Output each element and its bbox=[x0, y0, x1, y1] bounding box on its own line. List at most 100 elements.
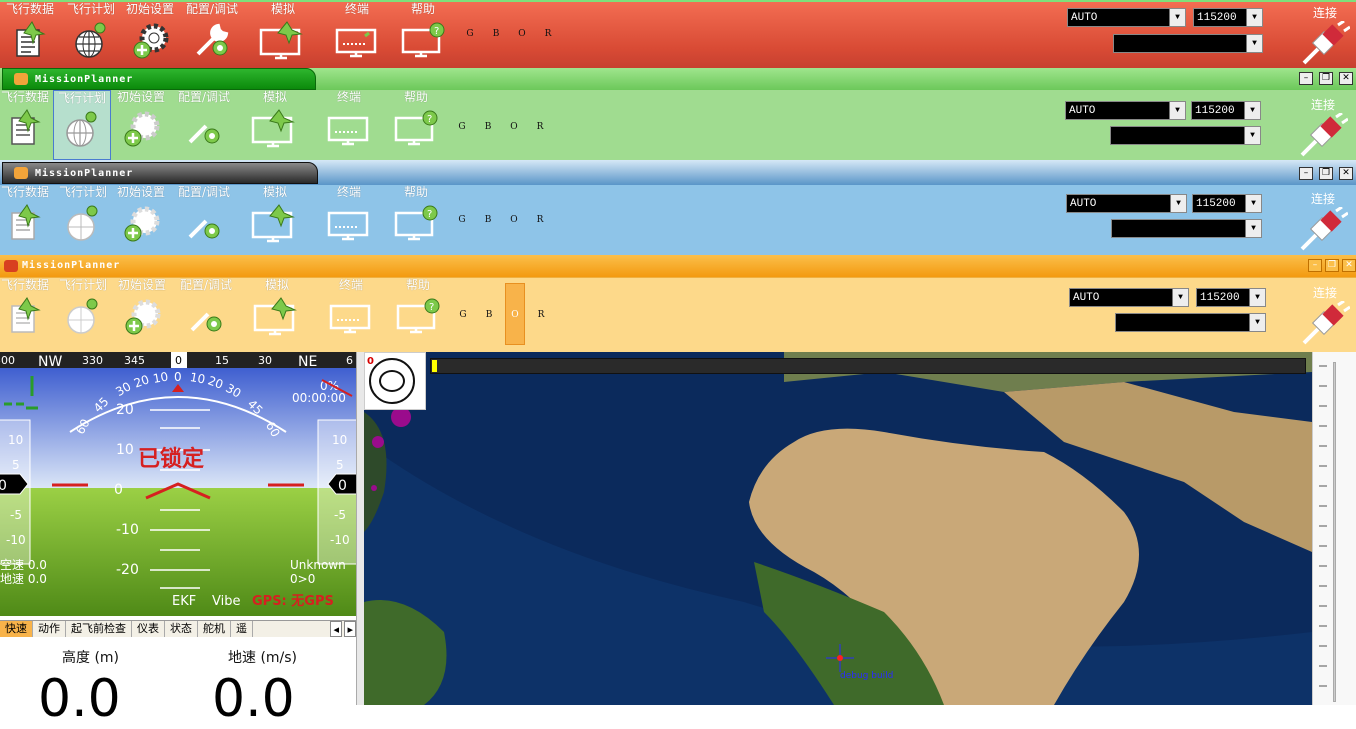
tab-scroll-left-icon[interactable]: ◂ bbox=[330, 621, 342, 637]
alt-tick: -10 bbox=[330, 533, 350, 547]
alt-tick: -5 bbox=[334, 508, 346, 522]
nav-label: 飞行数据 bbox=[0, 90, 49, 104]
nav-label: 初始设置 bbox=[117, 278, 166, 292]
port-select[interactable]: ▼ bbox=[1110, 126, 1261, 145]
nav-config-tuning[interactable]: 配置/调试 bbox=[174, 185, 234, 243]
nav-flight-data[interactable]: 飞行数据 bbox=[0, 90, 50, 148]
mode-select[interactable]: AUTO ▼ bbox=[1065, 101, 1186, 120]
nav-simulation[interactable]: 模拟 bbox=[254, 2, 312, 60]
ekf-status[interactable]: EKF bbox=[172, 594, 196, 609]
nav-flight-data[interactable]: 飞行数据 bbox=[0, 185, 50, 243]
minimize-button[interactable]: – bbox=[1308, 259, 1322, 272]
nav-terminal[interactable]: 终端 bbox=[325, 90, 373, 148]
nav-config-tuning[interactable]: 配置/调试 bbox=[182, 2, 242, 60]
baud-select[interactable]: 115200 ▼ bbox=[1193, 8, 1263, 27]
alt-tick: 10 bbox=[332, 433, 347, 447]
connect-button[interactable]: 连接 bbox=[1300, 284, 1351, 350]
tab-quick[interactable]: 快速 bbox=[0, 621, 33, 637]
connect-button[interactable]: 连接 bbox=[1298, 190, 1349, 255]
connect-button[interactable]: 连接 bbox=[1298, 96, 1349, 160]
nav-help[interactable]: 帮助 ? bbox=[398, 2, 448, 60]
nav-flight-plan[interactable]: 飞行计划 bbox=[63, 2, 119, 60]
globe-icon bbox=[75, 22, 106, 58]
minimize-button[interactable]: – bbox=[1299, 167, 1313, 180]
nav-flight-data[interactable]: 飞行数据 bbox=[0, 278, 50, 336]
nav-help[interactable]: 帮助 ? bbox=[392, 90, 440, 148]
chevron-down-icon: ▼ bbox=[1249, 289, 1265, 306]
map-view[interactable]: debug build 0 bbox=[364, 352, 1312, 705]
mode-select[interactable]: AUTO ▼ bbox=[1069, 288, 1189, 307]
restore-button[interactable]: ❐ bbox=[1319, 72, 1333, 85]
map-marker[interactable] bbox=[391, 407, 411, 427]
nav-simulation[interactable]: 模拟 bbox=[248, 278, 306, 336]
port-select[interactable]: ▼ bbox=[1113, 34, 1263, 53]
nav-label: 终端 bbox=[344, 2, 369, 16]
nav-initial-setup[interactable]: 初始设置 bbox=[122, 2, 178, 60]
tab-telemetry[interactable]: 遥 bbox=[231, 621, 253, 637]
chevron-down-icon: ▼ bbox=[1245, 220, 1261, 237]
tab-scroll-right-icon[interactable]: ▸ bbox=[344, 621, 356, 637]
mode-select[interactable]: AUTO ▼ bbox=[1066, 194, 1187, 213]
tab-gauges[interactable]: 仪表 bbox=[132, 621, 165, 637]
nav-flight-data[interactable]: 飞行数据 bbox=[2, 2, 58, 60]
restore-button[interactable]: ❐ bbox=[1319, 167, 1333, 180]
nav-config-tuning[interactable]: 配置/调试 bbox=[174, 90, 234, 148]
roll-label: 10 bbox=[189, 370, 206, 386]
tab-servo[interactable]: 舵机 bbox=[198, 621, 231, 637]
nav-help[interactable]: 帮助 ? bbox=[392, 185, 440, 243]
nav-initial-setup[interactable]: 初始设置 bbox=[115, 185, 167, 243]
nav-terminal[interactable]: 终端 bbox=[325, 185, 373, 243]
gbor-g: G bbox=[458, 215, 466, 225]
close-button[interactable]: ✕ bbox=[1342, 259, 1356, 272]
panel-splitter[interactable] bbox=[356, 352, 364, 705]
app-logo-icon bbox=[14, 73, 28, 85]
nav-initial-setup[interactable]: 初始设置 bbox=[115, 90, 167, 148]
zoom-slider[interactable] bbox=[1312, 352, 1356, 705]
nav-initial-setup[interactable]: 初始设置 bbox=[116, 278, 168, 336]
port-select[interactable]: ▼ bbox=[1111, 219, 1262, 238]
nav-terminal[interactable]: 终端 bbox=[327, 278, 375, 336]
nav-help[interactable]: 帮助 ? bbox=[394, 278, 442, 336]
nav-terminal[interactable]: 终端 bbox=[333, 2, 381, 60]
terminal-icon bbox=[329, 304, 371, 334]
map-marker[interactable] bbox=[371, 485, 377, 491]
port-select[interactable]: ▼ bbox=[1115, 313, 1266, 332]
tab-status[interactable]: 状态 bbox=[165, 621, 198, 637]
connect-label: 连接 bbox=[1312, 6, 1337, 20]
flight-data-tabs: 快速 动作 起飞前检查 仪表 状态 舵机遥 ◂ ▸ bbox=[0, 620, 356, 637]
window-title: MissionPlanner bbox=[22, 260, 121, 271]
map-marker[interactable] bbox=[372, 436, 384, 448]
zoom-progress-bar[interactable] bbox=[430, 358, 1306, 374]
nav-simulation[interactable]: 模拟 bbox=[246, 90, 304, 148]
baud-select[interactable]: 115200 ▼ bbox=[1192, 194, 1262, 213]
heading-tick: 0 bbox=[175, 354, 182, 367]
baud-select[interactable]: 115200 ▼ bbox=[1191, 101, 1261, 120]
close-button[interactable]: ✕ bbox=[1339, 167, 1353, 180]
mode-select[interactable]: AUTO ▼ bbox=[1067, 8, 1186, 27]
close-button[interactable]: ✕ bbox=[1339, 72, 1353, 85]
mode-value: AUTO bbox=[1071, 12, 1098, 24]
nav-label: 模拟 bbox=[262, 90, 287, 104]
gbor-o[interactable]: O bbox=[505, 283, 525, 345]
nav-config-tuning[interactable]: 配置/调试 bbox=[176, 278, 236, 336]
gbor-b: B bbox=[485, 310, 493, 320]
connect-button[interactable]: 连接 bbox=[1300, 4, 1351, 68]
zoom-progress-thumb[interactable] bbox=[432, 360, 437, 372]
tab-actions[interactable]: 动作 bbox=[33, 621, 66, 637]
groundspeed-label: 地速 (m/s) bbox=[228, 650, 298, 666]
heading-tick: NE bbox=[298, 354, 317, 370]
nav-flight-plan[interactable]: 飞行计划 bbox=[53, 90, 111, 160]
nav-flight-plan[interactable]: 飞行计划 bbox=[55, 185, 111, 243]
chevron-down-icon: ▼ bbox=[1244, 102, 1260, 119]
vibe-status[interactable]: Vibe bbox=[212, 594, 240, 609]
tab-preflight[interactable]: 起飞前检查 bbox=[66, 621, 132, 637]
restore-button[interactable]: ❐ bbox=[1325, 259, 1339, 272]
minimize-button[interactable]: – bbox=[1299, 72, 1313, 85]
heading-tick: 6 bbox=[346, 354, 353, 367]
nav-flight-plan[interactable]: 飞行计划 bbox=[55, 278, 111, 336]
gbor-r: R bbox=[537, 310, 545, 320]
pitch-label: -10 bbox=[116, 522, 139, 538]
baud-select[interactable]: 115200 ▼ bbox=[1196, 288, 1266, 307]
gbor-r: R bbox=[536, 215, 544, 225]
nav-simulation[interactable]: 模拟 bbox=[246, 185, 304, 243]
